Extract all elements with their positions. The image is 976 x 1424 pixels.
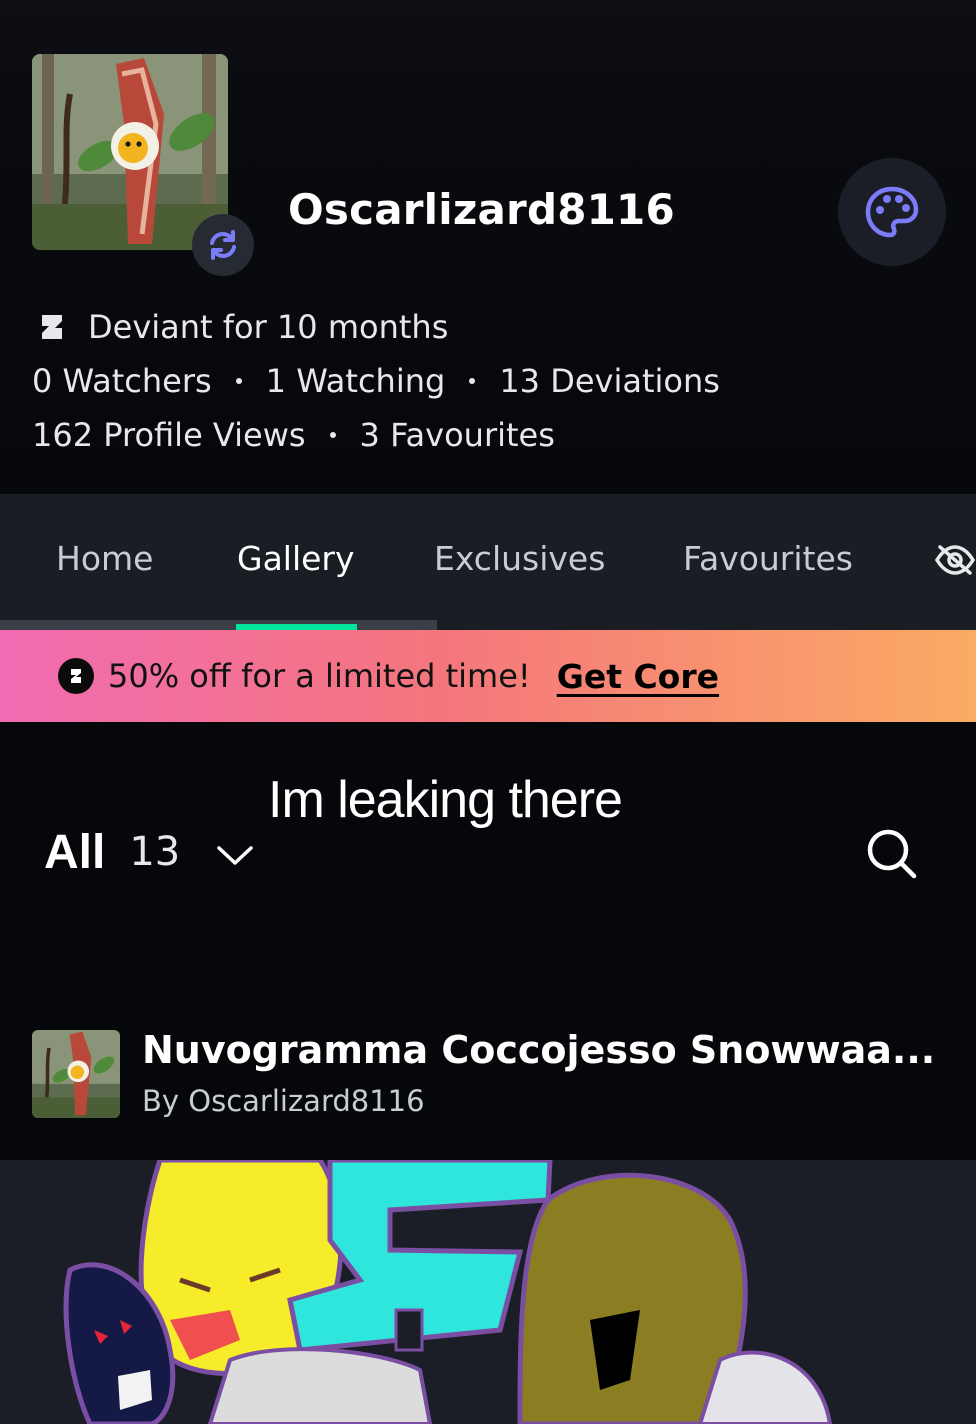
view-stats-line: 162 Profile Views 3 Favourites	[32, 408, 720, 462]
profile-tabs: Home Gallery Exclusives Favourites	[0, 494, 976, 630]
profile-header: Oscarlizard8116 Deviant for 10 months 0 …	[0, 0, 976, 494]
tab-home[interactable]: Home	[56, 534, 153, 584]
promo-text: 50% off for a limited time!	[108, 657, 531, 695]
author-avatar[interactable]	[32, 1030, 120, 1118]
watching-count[interactable]: 1 Watching	[266, 354, 446, 408]
theme-button[interactable]	[838, 158, 946, 266]
tab-exclusives[interactable]: Exclusives	[434, 534, 605, 584]
favourites-count[interactable]: 3 Favourites	[360, 408, 555, 462]
palette-icon	[865, 186, 919, 238]
get-core-link[interactable]: Get Core	[557, 657, 719, 696]
tab-scroll-track	[0, 620, 437, 630]
filter-count: 13	[129, 829, 181, 875]
deviant-since-line: Deviant for 10 months	[32, 300, 720, 354]
separator-dot	[469, 378, 476, 384]
profile-stats: Deviant for 10 months 0 Watchers 1 Watch…	[32, 300, 720, 462]
separator-dot	[235, 378, 242, 384]
profile-views-count: 162 Profile Views	[32, 416, 306, 454]
chevron-down-icon	[217, 846, 253, 865]
watch-stats-line: 0 Watchers 1 Watching 13 Deviations	[32, 354, 720, 408]
eye-off-icon[interactable]	[934, 544, 976, 576]
tab-favourites[interactable]: Favourites	[683, 534, 853, 584]
deviation-artwork[interactable]	[0, 1160, 976, 1424]
overlay-caption: Im leaking there	[268, 771, 623, 829]
refresh-avatar-button[interactable]	[192, 214, 254, 276]
deviation-title[interactable]: Nuvogramma Coccojesso Snowwaa...	[142, 1028, 935, 1072]
deviant-logo-icon	[42, 315, 62, 339]
separator-dot	[329, 432, 336, 438]
deviation-header[interactable]: Nuvogramma Coccojesso Snowwaa... By Osca…	[0, 1014, 976, 1160]
search-icon[interactable]	[864, 826, 918, 880]
avatar[interactable]	[32, 54, 228, 250]
deviant-since: Deviant for 10 months	[88, 308, 449, 346]
tab-gallery[interactable]: Gallery	[237, 534, 355, 584]
gallery-filter-dropdown[interactable]: All 13	[44, 822, 254, 882]
profile-username: Oscarlizard8116	[288, 185, 675, 234]
core-logo-icon	[58, 658, 94, 694]
filter-label: All	[44, 825, 106, 879]
core-promo-banner: 50% off for a limited time! Get Core	[0, 630, 976, 722]
deviations-count[interactable]: 13 Deviations	[499, 354, 720, 408]
deviation-author[interactable]: By Oscarlizard8116	[142, 1084, 425, 1118]
refresh-icon	[210, 230, 236, 260]
watchers-count[interactable]: 0 Watchers	[32, 354, 212, 408]
